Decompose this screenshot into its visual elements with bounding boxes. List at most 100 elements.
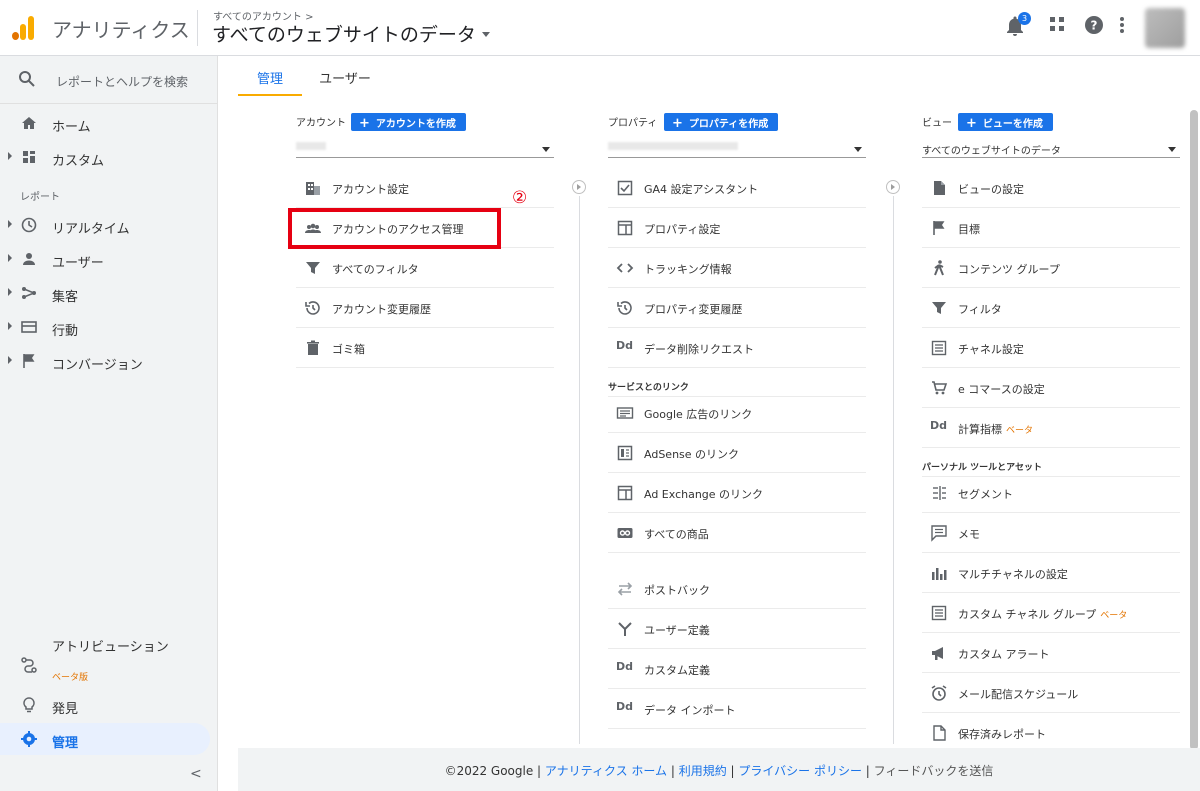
dd-icon: Dd bbox=[616, 339, 634, 352]
account-select[interactable] bbox=[296, 138, 554, 158]
view-select[interactable]: すべてのウェブサイトのデータ bbox=[922, 138, 1180, 158]
all-filters-item[interactable]: すべてのフィルタ bbox=[296, 248, 554, 288]
data-deletion-request-item[interactable]: Dd データ削除リクエスト bbox=[608, 328, 866, 368]
tracking-info-item[interactable]: トラッキング情報 bbox=[608, 248, 866, 288]
sidebar-item-admin[interactable]: 管理 bbox=[0, 723, 210, 755]
window-icon bbox=[617, 485, 633, 501]
sidebar-item-discover[interactable]: 発見 bbox=[0, 689, 218, 721]
view-filters-item[interactable]: フィルタ bbox=[922, 288, 1180, 328]
file-icon bbox=[933, 725, 946, 741]
sidebar-item-acquisition[interactable]: 集客 bbox=[0, 277, 218, 309]
segments-item[interactable]: セグメント bbox=[922, 473, 1180, 513]
postback-item[interactable]: ポストバック bbox=[608, 569, 866, 609]
saved-reports-item[interactable]: 保存済みレポート bbox=[922, 713, 1180, 753]
sidebar-item-home[interactable]: ホーム bbox=[0, 107, 218, 139]
admin-tabs: 管理 ユーザー bbox=[238, 56, 1200, 96]
account-heading: アカウント bbox=[296, 118, 346, 129]
view-settings-item[interactable]: ビューの設定 bbox=[922, 168, 1180, 208]
goals-item[interactable]: 目標 bbox=[922, 208, 1180, 248]
channel-icon bbox=[931, 605, 947, 621]
multichannel-settings-item[interactable]: マルチチャネルの設定 bbox=[922, 553, 1180, 593]
ad-exchange-link-item[interactable]: Ad Exchange のリンク bbox=[608, 473, 866, 513]
trash-item[interactable]: ゴミ箱 bbox=[296, 328, 554, 368]
create-account-button[interactable]: + アカウントを作成 bbox=[351, 113, 466, 131]
custom-channel-grouping-item[interactable]: カスタム チャネル グループ ベータ bbox=[922, 593, 1180, 633]
annotations-item[interactable]: メモ bbox=[922, 513, 1180, 553]
checkbox-icon bbox=[617, 180, 633, 196]
chevron-down-icon[interactable] bbox=[482, 32, 490, 37]
clock-icon bbox=[21, 217, 37, 233]
plus-icon: + bbox=[672, 116, 683, 131]
sidebar-item-custom[interactable]: カスタム bbox=[0, 141, 218, 173]
expand-arrow-icon bbox=[8, 220, 12, 228]
acquisition-icon bbox=[22, 287, 37, 299]
tab-users[interactable]: ユーザー bbox=[310, 56, 380, 96]
code-icon bbox=[616, 263, 634, 273]
apps-grid-icon[interactable] bbox=[1049, 16, 1071, 38]
data-import-item[interactable]: Dd データ インポート bbox=[608, 689, 866, 729]
sidebar-item-realtime[interactable]: リアルタイム bbox=[0, 209, 218, 241]
property-change-history-item[interactable]: プロパティ変更履歴 bbox=[608, 288, 866, 328]
admin-content: アカウント + アカウントを作成 アカウント設定 アカウントのアクセス管理 すべて… bbox=[238, 96, 1188, 753]
more-vert-icon[interactable] bbox=[1119, 16, 1141, 38]
all-products-item[interactable]: すべての商品 bbox=[608, 513, 866, 553]
help-icon[interactable]: ? bbox=[1085, 16, 1107, 38]
app-title[interactable]: アナリティクス bbox=[52, 14, 190, 43]
custom-definitions-item[interactable]: Dd カスタム定義 bbox=[608, 649, 866, 689]
vertical-scrollbar[interactable] bbox=[1190, 110, 1198, 750]
expand-arrow-icon bbox=[8, 356, 12, 364]
bar-chart-icon bbox=[932, 568, 947, 580]
annotation-highlight-box bbox=[288, 208, 501, 249]
analytics-home-link[interactable]: アナリティクス ホーム bbox=[545, 764, 667, 778]
tab-admin[interactable]: 管理 bbox=[238, 56, 302, 96]
send-feedback-link[interactable]: フィードバックを送信 bbox=[874, 764, 994, 778]
create-view-button[interactable]: + ビューを作成 bbox=[958, 113, 1053, 131]
sidebar-search[interactable]: レポートとヘルプを検索 bbox=[0, 56, 218, 104]
sidebar-item-users[interactable]: ユーザー bbox=[0, 243, 218, 275]
ga4-setup-assistant-item[interactable]: GA4 設定アシスタント bbox=[608, 168, 866, 208]
expand-arrow-icon bbox=[8, 288, 12, 296]
avatar[interactable] bbox=[1145, 8, 1185, 48]
account-change-history-item[interactable]: アカウント変更履歴 bbox=[296, 288, 554, 328]
copyright: ©2022 Google bbox=[444, 764, 534, 778]
create-property-button[interactable]: + プロパティを作成 bbox=[664, 113, 779, 131]
plus-icon: + bbox=[966, 116, 977, 131]
annotation-number: ② bbox=[512, 188, 528, 208]
content-grouping-item[interactable]: コンテンツ グループ bbox=[922, 248, 1180, 288]
svg-text:?: ? bbox=[1091, 19, 1098, 33]
arrow-right-icon bbox=[886, 180, 900, 194]
expand-arrow-icon bbox=[8, 254, 12, 262]
beta-badge: ベータ版 bbox=[52, 673, 89, 683]
notifications-bell-icon[interactable]: 3 bbox=[1006, 12, 1031, 38]
ecommerce-settings-item[interactable]: e コマースの設定 bbox=[922, 368, 1180, 408]
user-definition-item[interactable]: ユーザー定義 bbox=[608, 609, 866, 649]
calculated-metrics-item[interactable]: Dd 計算指標 ベータ bbox=[922, 408, 1180, 448]
plus-icon: + bbox=[359, 116, 370, 131]
sidebar-item-attribution[interactable]: アトリビューション ベータ版 bbox=[0, 634, 218, 690]
collapse-sidebar-button[interactable]: < bbox=[190, 766, 202, 782]
property-settings-item[interactable]: プロパティ設定 bbox=[608, 208, 866, 248]
scheduled-emails-item[interactable]: メール配信スケジュール bbox=[922, 673, 1180, 713]
blurred-property-name bbox=[608, 142, 738, 150]
gear-icon bbox=[21, 731, 37, 747]
notification-count-badge: 3 bbox=[1018, 12, 1031, 25]
channel-settings-item[interactable]: チャネル設定 bbox=[922, 328, 1180, 368]
terms-link[interactable]: 利用規約 bbox=[679, 764, 727, 778]
trash-icon bbox=[307, 340, 319, 355]
search-icon bbox=[19, 71, 35, 87]
privacy-policy-link[interactable]: プライバシー ポリシー bbox=[738, 764, 862, 778]
view-selector-title[interactable]: すべてのウェブサイトのデータ bbox=[212, 20, 476, 47]
fork-icon bbox=[618, 622, 632, 636]
dd-icon: Dd bbox=[930, 419, 948, 432]
adsense-link-item[interactable]: AdSense のリンク bbox=[608, 433, 866, 473]
sidebar-item-behavior[interactable]: 行動 bbox=[0, 311, 218, 343]
google-ads-link-item[interactable]: Google 広告のリンク bbox=[608, 393, 866, 433]
walker-icon bbox=[934, 260, 944, 276]
sidebar-item-conversions[interactable]: コンバージョン bbox=[0, 345, 218, 377]
analytics-logo-icon[interactable] bbox=[12, 16, 36, 40]
custom-alerts-item[interactable]: カスタム アラート bbox=[922, 633, 1180, 673]
dashboard-icon bbox=[23, 151, 35, 163]
column-divider bbox=[579, 196, 580, 744]
beta-badge: ベータ bbox=[1100, 611, 1128, 621]
property-select[interactable] bbox=[608, 138, 866, 158]
